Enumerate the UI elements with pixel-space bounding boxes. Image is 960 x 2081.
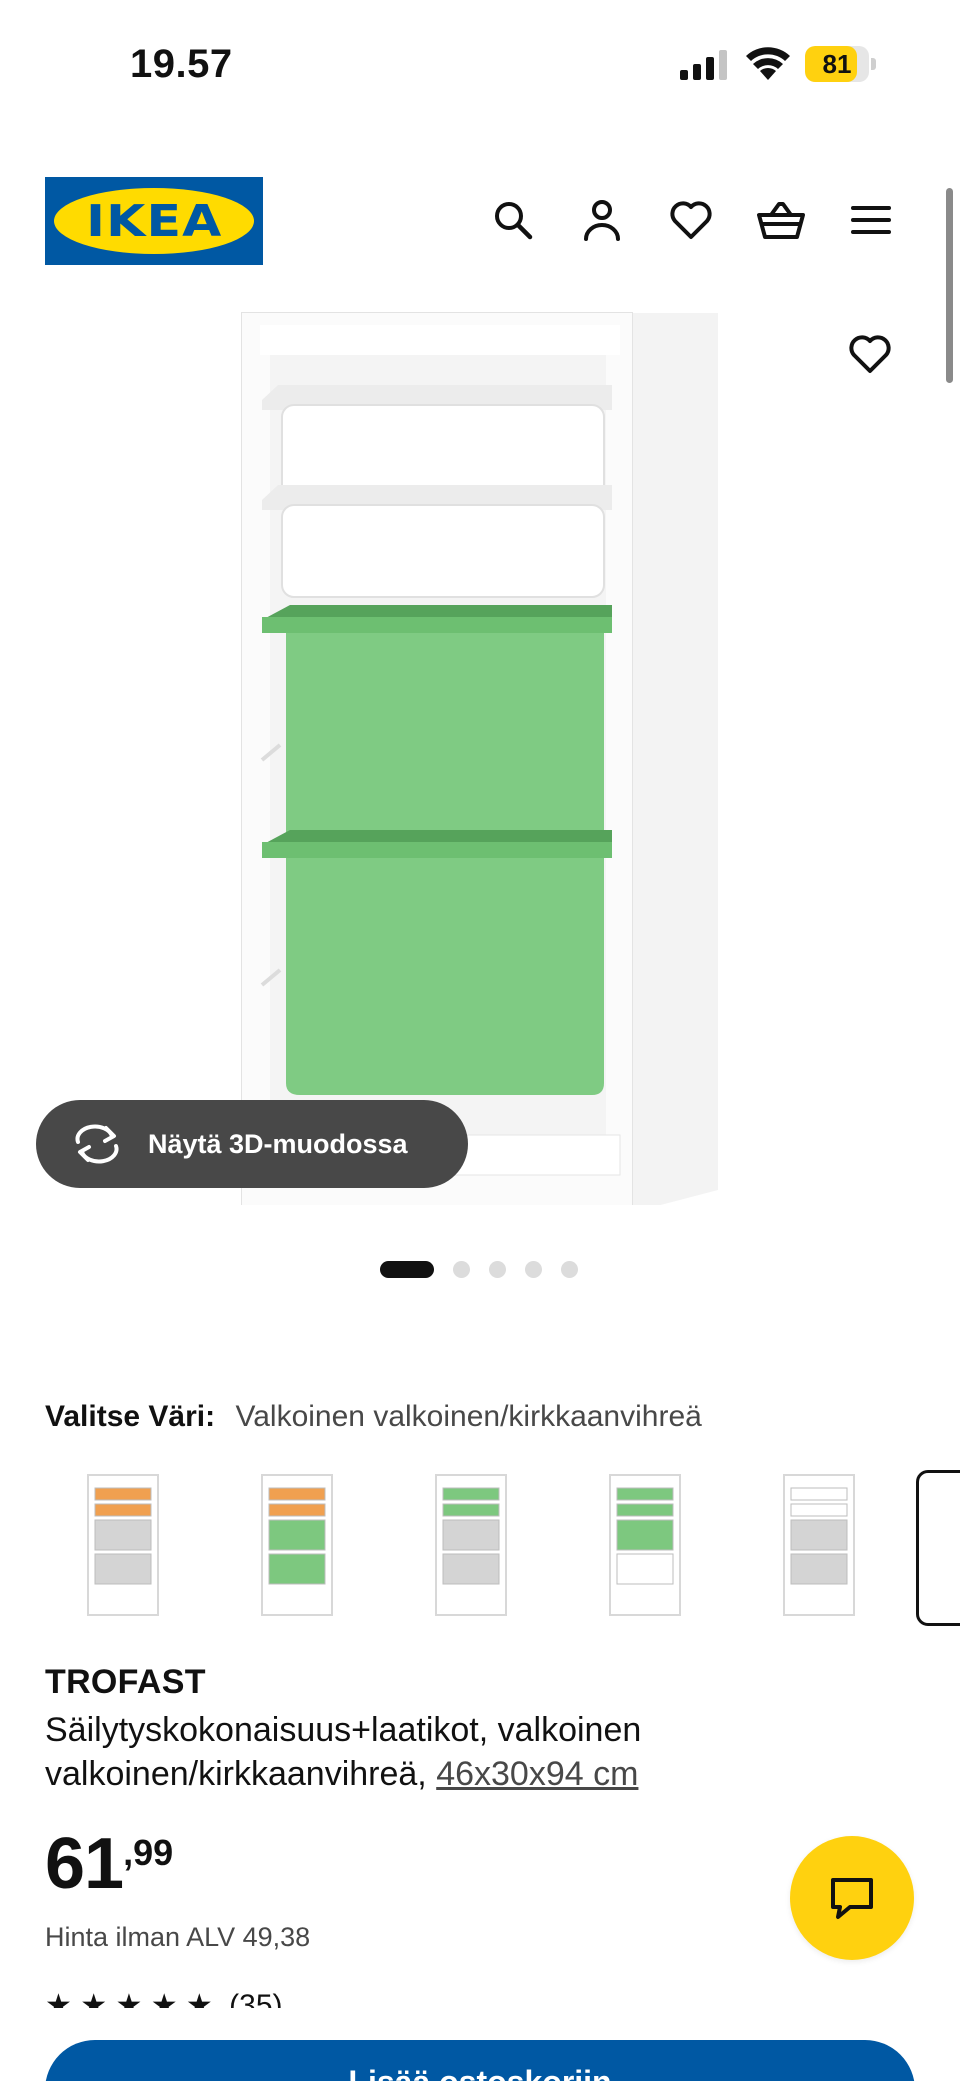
battery-icon: 81 bbox=[805, 46, 876, 82]
swatch-box bbox=[442, 1553, 500, 1585]
swatch-box bbox=[616, 1553, 674, 1585]
status-bar: 19.57 81 bbox=[0, 0, 960, 130]
product-price: 61,99 bbox=[45, 1828, 173, 1900]
swatch-box bbox=[94, 1519, 152, 1551]
swatch-box bbox=[616, 1503, 674, 1517]
swatch-box bbox=[268, 1503, 326, 1517]
view-3d-button[interactable]: Näytä 3D-muodossa bbox=[36, 1100, 468, 1188]
product-image[interactable] bbox=[230, 305, 730, 1205]
swatch-box bbox=[790, 1519, 848, 1551]
account-icon[interactable] bbox=[578, 196, 626, 244]
color-swatch[interactable] bbox=[764, 1470, 874, 1620]
cellular-signal-icon bbox=[680, 50, 727, 80]
gallery-dot[interactable] bbox=[525, 1260, 542, 1278]
battery-level: 81 bbox=[822, 49, 852, 79]
gallery-pagination bbox=[380, 1260, 578, 1278]
rotate-3d-icon bbox=[75, 1124, 119, 1164]
product-description: Säilytyskokonaisuus+laatikot, valkoinen … bbox=[45, 1708, 745, 1796]
chat-button[interactable] bbox=[790, 1836, 914, 1960]
wifi-icon bbox=[746, 47, 790, 80]
color-swatch[interactable] bbox=[242, 1470, 352, 1620]
page-scrollbar[interactable] bbox=[946, 188, 953, 383]
gallery-dot-active[interactable] bbox=[380, 1260, 434, 1278]
color-selection: Valitse Väri: Valkoinen valkoinen/kirkka… bbox=[45, 1400, 702, 1434]
swatch-box bbox=[790, 1487, 848, 1501]
product-name: TROFAST bbox=[45, 1663, 206, 1701]
color-swatch[interactable] bbox=[68, 1470, 178, 1620]
ikea-logo[interactable]: IKEA bbox=[45, 177, 263, 265]
color-label: Valitse Väri: bbox=[45, 1400, 216, 1433]
gallery-dot[interactable] bbox=[453, 1260, 470, 1278]
gallery-dot[interactable] bbox=[561, 1260, 578, 1278]
swatch-box bbox=[268, 1553, 326, 1585]
menu-icon[interactable] bbox=[847, 196, 895, 244]
logo-text: IKEA bbox=[85, 195, 223, 247]
swatch-box bbox=[442, 1487, 500, 1501]
add-to-cart-button[interactable]: Lisää ostoskoriin bbox=[45, 2040, 915, 2081]
swatch-box bbox=[790, 1553, 848, 1585]
swatch-box bbox=[268, 1519, 326, 1551]
swatch-box bbox=[616, 1519, 674, 1551]
price-integer: 61 bbox=[45, 1824, 124, 1904]
color-swatches bbox=[0, 1470, 960, 1630]
gallery-dot[interactable] bbox=[489, 1260, 506, 1278]
product-rating[interactable]: ★ ★ ★ ★ ★ (35) bbox=[45, 1988, 291, 2008]
swatch-box bbox=[616, 1487, 674, 1501]
status-time: 19.57 bbox=[130, 42, 233, 86]
swatch-box bbox=[790, 1503, 848, 1517]
search-icon[interactable] bbox=[489, 196, 537, 244]
basket-icon[interactable] bbox=[757, 196, 805, 244]
heart-icon bbox=[849, 335, 891, 373]
swatch-box bbox=[94, 1487, 152, 1501]
swatch-box bbox=[268, 1487, 326, 1501]
color-swatch[interactable] bbox=[590, 1470, 700, 1620]
swatch-box bbox=[94, 1553, 152, 1585]
price-decimal: ,99 bbox=[123, 1832, 174, 1873]
product-size-link[interactable]: 46x30x94 cm bbox=[436, 1755, 638, 1793]
favourite-button[interactable] bbox=[846, 330, 894, 378]
swatch-box bbox=[94, 1503, 152, 1517]
color-value: Valkoinen valkoinen/kirkkaanvihreä bbox=[235, 1400, 702, 1433]
swatch-box bbox=[442, 1519, 500, 1551]
color-swatch[interactable] bbox=[416, 1470, 526, 1620]
view-3d-label: Näytä 3D-muodossa bbox=[148, 1128, 408, 1159]
rating-stars: ★ ★ ★ ★ ★ bbox=[45, 1989, 213, 2008]
chat-icon bbox=[831, 1878, 873, 1919]
color-swatch-partial[interactable] bbox=[916, 1470, 960, 1626]
price-excl-vat: Hinta ilman ALV 49,38 bbox=[45, 1922, 311, 1952]
rating-count: (35) bbox=[229, 1989, 283, 2008]
heart-icon[interactable] bbox=[667, 196, 715, 244]
swatch-box bbox=[442, 1503, 500, 1517]
